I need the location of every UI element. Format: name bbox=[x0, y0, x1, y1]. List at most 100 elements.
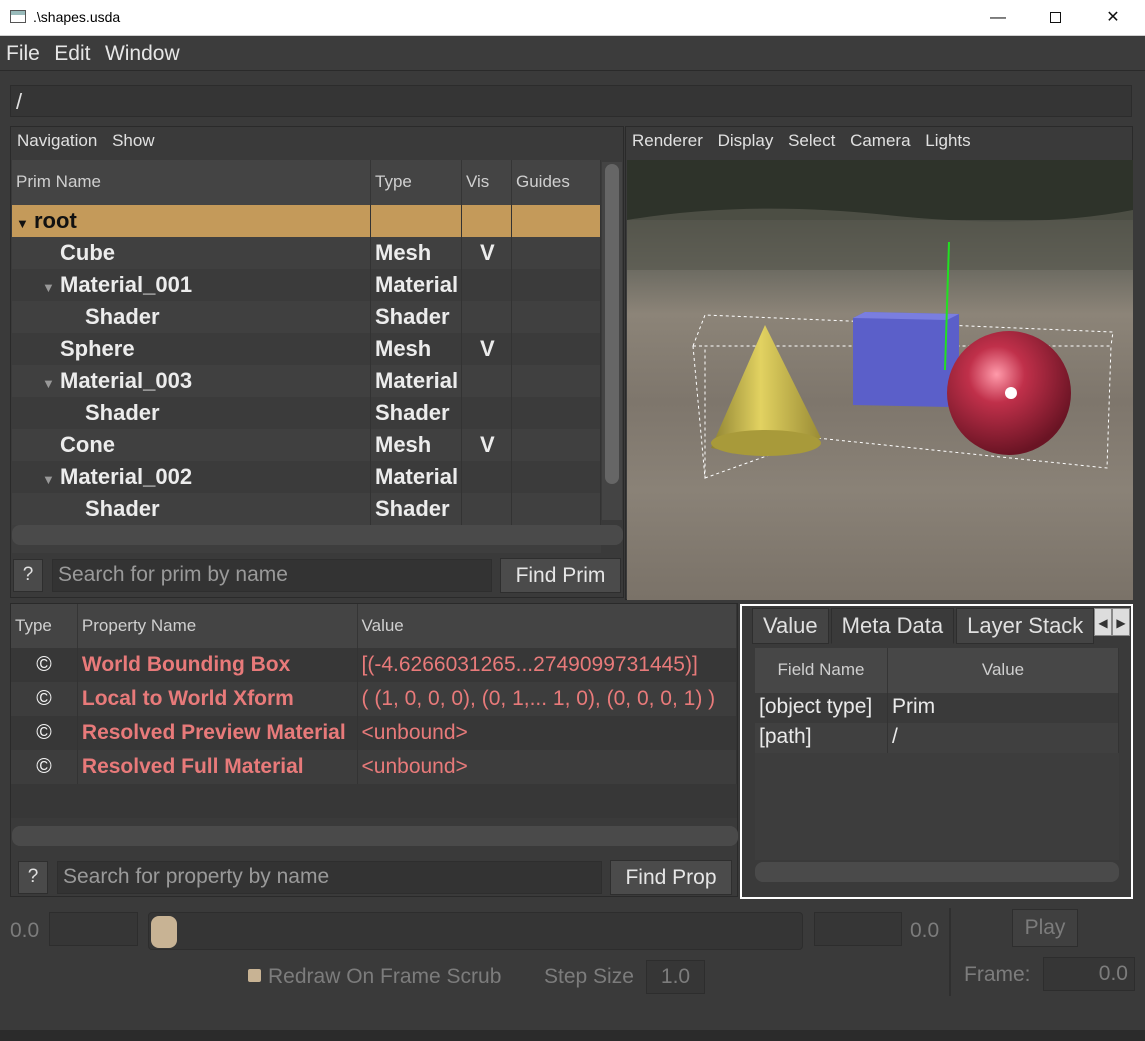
metadata-horizontal-scrollbar[interactable] bbox=[755, 862, 1119, 882]
navigation-menu: Navigation Show bbox=[11, 127, 623, 160]
prim-vis-toggle[interactable] bbox=[462, 269, 512, 301]
prim-name-cell: ▼ Material_001 bbox=[12, 269, 371, 301]
property-horizontal-scrollbar[interactable] bbox=[12, 826, 738, 846]
column-type[interactable]: Type bbox=[371, 160, 462, 205]
prim-vis-toggle[interactable] bbox=[462, 493, 512, 525]
prim-vis-toggle[interactable] bbox=[462, 301, 512, 333]
end-frame-field[interactable] bbox=[814, 912, 902, 946]
column-field-name[interactable]: Field Name bbox=[755, 648, 888, 693]
maximize-button[interactable] bbox=[1032, 4, 1078, 32]
prim-help-button[interactable]: ? bbox=[13, 559, 43, 592]
prim-path-field[interactable]: / bbox=[10, 85, 1132, 117]
menu-file[interactable]: File bbox=[0, 37, 40, 66]
find-prop-button[interactable]: Find Prop bbox=[610, 860, 732, 895]
prim-vis-toggle[interactable] bbox=[462, 397, 512, 429]
prim-row[interactable]: Shader Shader bbox=[12, 493, 601, 525]
start-frame-field[interactable] bbox=[49, 912, 138, 946]
property-row[interactable]: © World Bounding Box [(-4.6266031265...274… bbox=[11, 648, 737, 682]
tab-meta-data[interactable]: Meta Data bbox=[830, 608, 955, 644]
prim-row[interactable]: Sphere Mesh V bbox=[12, 333, 601, 365]
prim-row[interactable]: ▼ Material_003 Material bbox=[12, 365, 601, 397]
prim-tree-horizontal-scrollbar[interactable] bbox=[12, 525, 623, 545]
frame-slider[interactable] bbox=[148, 912, 803, 950]
property-row[interactable]: © Resolved Full Material <unbound> bbox=[11, 750, 737, 784]
menu-navigation[interactable]: Navigation bbox=[17, 131, 97, 150]
prim-row[interactable]: Shader Shader bbox=[12, 301, 601, 333]
column-vis[interactable]: Vis bbox=[462, 160, 512, 205]
column-prim-name[interactable]: Prim Name bbox=[12, 160, 371, 205]
menu-display[interactable]: Display bbox=[718, 131, 774, 150]
app-icon bbox=[10, 10, 26, 23]
frame-field[interactable]: 0.0 bbox=[1043, 957, 1135, 991]
property-table-header: Type Property Name Value bbox=[11, 604, 737, 648]
menu-window[interactable]: Window bbox=[99, 37, 180, 66]
title-bar: .\shapes.usda — ✕ bbox=[0, 0, 1145, 36]
property-search-input[interactable]: Search for property by name bbox=[57, 861, 602, 894]
column-property-type[interactable]: Type bbox=[11, 604, 78, 648]
scroll-thumb[interactable] bbox=[605, 164, 619, 484]
prim-row[interactable]: ▼ Material_001 Material bbox=[12, 269, 601, 301]
expand-arrow-icon[interactable]: ▼ bbox=[16, 216, 34, 231]
maximize-icon bbox=[1049, 12, 1061, 24]
minimize-button[interactable]: — bbox=[975, 4, 1021, 32]
close-button[interactable]: ✕ bbox=[1090, 4, 1136, 32]
computed-property-icon: © bbox=[11, 716, 78, 750]
frame-slider-handle[interactable] bbox=[151, 916, 177, 948]
property-name: Resolved Full Material bbox=[78, 750, 358, 784]
cube-mesh[interactable] bbox=[853, 312, 959, 407]
metadata-tabs: Value Meta Data Layer Stack bbox=[752, 608, 1096, 644]
prim-row[interactable]: ▼ Material_002 Material bbox=[12, 461, 601, 493]
prim-row[interactable]: ▼ root bbox=[12, 205, 601, 237]
menu-renderer[interactable]: Renderer bbox=[632, 131, 703, 150]
menu-lights[interactable]: Lights bbox=[925, 131, 970, 150]
tab-value[interactable]: Value bbox=[752, 608, 829, 644]
frame-label: Frame: bbox=[964, 963, 1031, 986]
property-name: Local to World Xform bbox=[78, 682, 358, 716]
prim-type-cell: Mesh bbox=[371, 429, 462, 461]
viewport-menu: Renderer Display Select Camera Lights bbox=[626, 127, 1132, 160]
metadata-row[interactable]: [path] / bbox=[755, 723, 1119, 753]
tab-left-arrow-icon[interactable]: ◀ bbox=[1094, 608, 1112, 636]
tab-right-arrow-icon[interactable]: ▶ bbox=[1112, 608, 1130, 636]
play-button[interactable]: Play bbox=[1012, 909, 1078, 947]
menu-camera[interactable]: Camera bbox=[850, 131, 910, 150]
menu-select[interactable]: Select bbox=[788, 131, 835, 150]
menu-show[interactable]: Show bbox=[112, 131, 155, 150]
column-guides[interactable]: Guides bbox=[512, 160, 601, 205]
redraw-checkbox[interactable] bbox=[248, 969, 261, 982]
step-size-field[interactable]: 1.0 bbox=[646, 960, 705, 994]
column-property-value[interactable]: Value bbox=[358, 604, 737, 648]
prim-guides-cell bbox=[512, 493, 601, 525]
prim-tree-vertical-scrollbar[interactable] bbox=[602, 162, 622, 520]
menu-edit[interactable]: Edit bbox=[48, 37, 90, 66]
prim-vis-toggle[interactable]: V bbox=[462, 333, 512, 365]
column-meta-value[interactable]: Value bbox=[888, 648, 1119, 693]
prim-row[interactable]: Cone Mesh V bbox=[12, 429, 601, 461]
prim-vis-toggle[interactable] bbox=[462, 461, 512, 493]
prim-row[interactable]: Cube Mesh V bbox=[12, 237, 601, 269]
expand-arrow-icon[interactable]: ▼ bbox=[42, 280, 60, 295]
background-window-strip bbox=[0, 1030, 1145, 1041]
tab-layer-stack[interactable]: Layer Stack bbox=[956, 608, 1095, 644]
expand-arrow-icon[interactable]: ▼ bbox=[42, 376, 60, 391]
property-value: ( (1, 0, 0, 0), (0, 1,... 1, 0), (0, 0, … bbox=[358, 682, 737, 716]
property-help-button[interactable]: ? bbox=[18, 861, 48, 894]
3d-viewport[interactable] bbox=[627, 160, 1133, 600]
metadata-field: [object type] bbox=[755, 693, 888, 723]
prim-vis-toggle[interactable]: V bbox=[462, 237, 512, 269]
expand-arrow-icon[interactable]: ▼ bbox=[42, 472, 60, 487]
metadata-row[interactable]: [object type] Prim bbox=[755, 693, 1119, 723]
property-row[interactable]: © Local to World Xform( (1, 0, 0, 0), (0,… bbox=[11, 682, 737, 716]
prim-vis-toggle[interactable] bbox=[462, 365, 512, 397]
property-name: World Bounding Box bbox=[78, 648, 358, 682]
column-property-name[interactable]: Property Name bbox=[78, 604, 358, 648]
property-row[interactable]: © Resolved Preview Material <unbound> bbox=[11, 716, 737, 750]
prim-name-cell: Cone bbox=[12, 429, 371, 461]
window-title: .\shapes.usda bbox=[33, 9, 121, 25]
prim-vis-toggle[interactable] bbox=[462, 205, 512, 237]
prim-name: Material_003 bbox=[60, 368, 193, 393]
prim-search-input[interactable]: Search for prim by name bbox=[52, 559, 492, 592]
prim-row[interactable]: Shader Shader bbox=[12, 397, 601, 429]
find-prim-button[interactable]: Find Prim bbox=[500, 558, 621, 593]
prim-vis-toggle[interactable]: V bbox=[462, 429, 512, 461]
